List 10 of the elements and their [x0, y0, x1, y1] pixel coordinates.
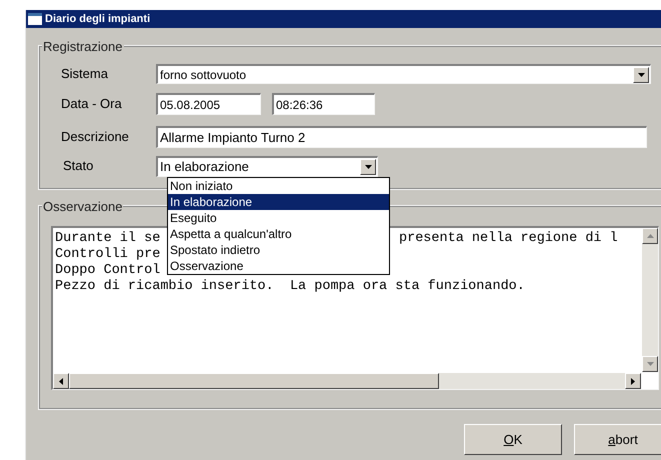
text-line: Pezzo di ricambio inserito. La pompa ora sta funzionando. [55, 279, 525, 294]
text-line: presenta nella regione di l [399, 231, 618, 247]
window-title: Diario degli impianti [45, 12, 150, 27]
text-line: Controlli pre [55, 247, 160, 262]
field-label: Sistema [60, 65, 109, 84]
field-label: Stato [62, 157, 94, 175]
text-line: Durante il se [55, 231, 160, 246]
field-label: Descrizione [60, 128, 130, 146]
field-label: Data - Ora [60, 95, 123, 114]
text-line: Doppo Control [55, 263, 160, 278]
